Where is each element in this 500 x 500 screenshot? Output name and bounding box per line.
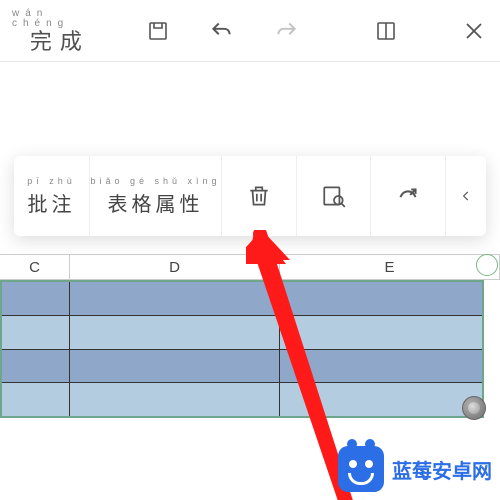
find-icon: [321, 183, 347, 209]
table-cell[interactable]: [70, 350, 280, 383]
annotate-pinyin: pī zhù: [27, 176, 76, 186]
table-cell[interactable]: [2, 350, 70, 383]
table-cell[interactable]: [280, 350, 482, 383]
annotate-label: 批注: [28, 188, 76, 217]
more-button[interactable]: [446, 156, 486, 236]
annotate-button[interactable]: pī zhù 批注: [14, 156, 90, 236]
table-row: [2, 383, 482, 416]
table-cell[interactable]: [2, 316, 70, 349]
table-cell[interactable]: [70, 316, 280, 349]
table-cell[interactable]: [280, 316, 482, 349]
save-icon[interactable]: [144, 16, 172, 46]
done-button[interactable]: wán chéng 完成: [12, 9, 108, 53]
close-icon[interactable]: [460, 16, 488, 46]
context-toolbar: pī zhù 批注 biǎo gé shǔ xìng 表格属性: [14, 156, 486, 236]
top-toolbar: wán chéng 完成: [0, 0, 500, 62]
table-cell[interactable]: [280, 282, 482, 315]
table-row: [2, 282, 482, 316]
done-label: 完成: [30, 31, 90, 53]
chevron-left-icon: [459, 186, 473, 206]
watermark: 蓝莓安卓网: [338, 446, 492, 492]
watermark-text: 蓝莓安卓网: [392, 455, 492, 484]
selected-table[interactable]: [0, 280, 484, 418]
delete-button[interactable]: [222, 156, 297, 236]
find-button[interactable]: [297, 156, 372, 236]
table-props-label: 表格属性: [108, 188, 204, 217]
watermark-logo-icon: [338, 446, 384, 492]
table-row: [2, 316, 482, 350]
redo-icon[interactable]: [272, 16, 300, 46]
share-icon: [395, 183, 421, 209]
column-header-c[interactable]: C: [0, 255, 70, 279]
column-headers: C D E: [0, 254, 500, 280]
table-props-pinyin: biǎo gé shǔ xìng: [90, 176, 220, 186]
table-cell[interactable]: [70, 383, 280, 416]
share-button[interactable]: [371, 156, 446, 236]
table-properties-button[interactable]: biǎo gé shǔ xìng 表格属性: [90, 156, 222, 236]
add-column-handle[interactable]: [476, 254, 498, 276]
table-cell[interactable]: [2, 383, 70, 416]
table-cell[interactable]: [280, 383, 482, 416]
column-header-e[interactable]: E: [280, 255, 500, 279]
trash-icon: [246, 183, 272, 209]
content-area: pī zhù 批注 biǎo gé shǔ xìng 表格属性: [0, 62, 500, 500]
column-header-d[interactable]: D: [70, 255, 280, 279]
done-pinyin: wán chéng: [12, 9, 108, 29]
table-cell[interactable]: [70, 282, 280, 315]
undo-icon[interactable]: [208, 16, 236, 46]
table-row: [2, 350, 482, 384]
table-cell[interactable]: [2, 282, 70, 315]
panel-icon[interactable]: [372, 16, 400, 46]
